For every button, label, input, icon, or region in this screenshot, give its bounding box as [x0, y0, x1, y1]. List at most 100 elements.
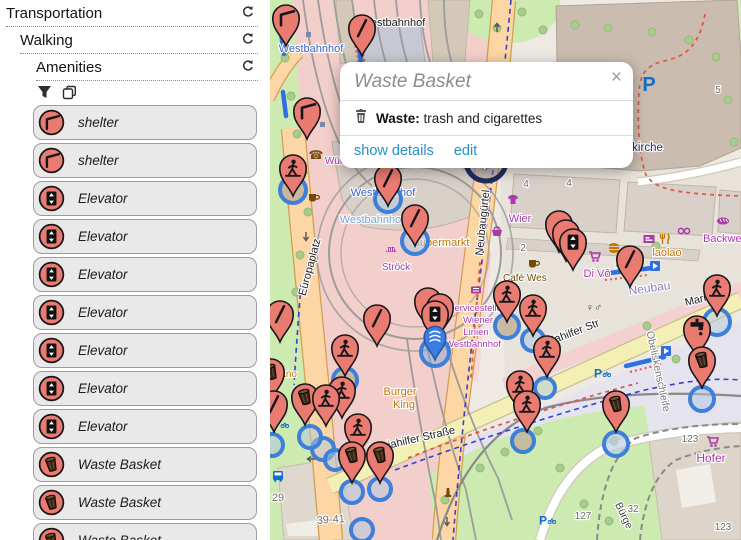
show-details-link[interactable]: show details: [354, 143, 434, 159]
map-label: 32: [627, 504, 639, 515]
tree-icon: [475, 463, 485, 473]
map-label: 123: [682, 434, 699, 445]
map-label: King: [393, 399, 415, 411]
elevator-icon: [38, 223, 65, 250]
map-label: 4: [523, 179, 529, 190]
popup-waste-value: trash and cigarettes: [423, 110, 543, 126]
map-label: Servicestelle: [448, 303, 502, 314]
elevator-icon: [38, 261, 65, 288]
marker-highlight-ring[interactable]: [297, 424, 323, 450]
marker-highlight-ring[interactable]: [349, 517, 375, 540]
sidebar-item-walking[interactable]: Walking: [20, 27, 258, 54]
poi-bread-icon: [717, 217, 729, 225]
map-label: Wiener: [463, 315, 493, 326]
elevator-icon: [38, 413, 65, 440]
close-icon[interactable]: ×: [609, 66, 624, 89]
waste-icon: [38, 451, 65, 478]
tree-icon: [500, 447, 510, 457]
svg-text:♀♂: ♀♂: [586, 302, 603, 314]
list-item-elevator[interactable]: Elevator: [33, 257, 257, 292]
tree-icon: [684, 35, 694, 45]
tree-icon: [440, 495, 450, 505]
map-label: Westbahnhof: [279, 43, 345, 55]
waste-icon: [38, 527, 65, 540]
list-item-label: Elevator: [78, 191, 128, 206]
marker-highlight-ring[interactable]: [510, 428, 536, 454]
elevator-icon: [38, 375, 65, 402]
list-item-label: Waste Basket: [78, 457, 162, 472]
popup-waste-text: Waste: trash and cigarettes: [376, 111, 542, 126]
app-window: ☎†♀♂PPPPWestbahnhofWestbahnhofWestbahnho…: [0, 0, 741, 540]
poi-burger-icon: [609, 243, 619, 253]
reload-icon[interactable]: [240, 59, 256, 75]
map-label: Hofer: [696, 451, 725, 465]
map-label: 4: [566, 178, 572, 189]
tree-icon: [292, 129, 302, 139]
amenities-toolbar: [36, 81, 270, 102]
list-item-elevator[interactable]: Elevator: [33, 181, 257, 216]
list-item-label: Elevator: [78, 381, 128, 396]
map-label: Wier: [509, 213, 532, 225]
edit-link[interactable]: edit: [454, 143, 477, 159]
direction-arrow-icon: [661, 346, 671, 356]
marker-highlight-ring[interactable]: [688, 385, 716, 413]
popup-waste-key: Waste:: [376, 110, 420, 126]
svg-text:P: P: [594, 366, 602, 380]
list-item-label: Elevator: [78, 229, 128, 244]
map-label: 127: [575, 511, 592, 522]
list-item-elevator[interactable]: Elevator: [33, 333, 257, 368]
list-item-label: Waste Basket: [78, 533, 161, 540]
map-label: Westbahnhof: [340, 214, 406, 226]
popup-waste-row: Waste: trash and cigarettes: [340, 101, 633, 136]
tree-icon: [517, 7, 527, 17]
list-item-waste[interactable]: Waste Basket: [33, 523, 257, 540]
reload-icon[interactable]: [240, 5, 256, 21]
tree-icon: [303, 207, 313, 217]
map-label: 123: [715, 522, 732, 533]
map-label: 39-41: [316, 513, 345, 527]
trash-icon: [354, 109, 368, 127]
shelter-icon: [38, 109, 65, 136]
direction-arrow-icon: [650, 261, 660, 271]
tree-icon: [723, 95, 733, 105]
marker-highlight-ring[interactable]: [533, 376, 557, 400]
reload-icon[interactable]: [240, 32, 256, 48]
list-item-elevator[interactable]: Elevator: [33, 409, 257, 444]
transportation-label: Transportation: [6, 4, 103, 22]
list-item-shelter[interactable]: shelter: [33, 105, 257, 140]
tree-icon: [555, 463, 565, 473]
marker-highlight-ring[interactable]: [602, 430, 630, 458]
map-label: Ströck: [382, 262, 411, 273]
tree-icon: [729, 137, 739, 147]
list-item-elevator[interactable]: Elevator: [33, 295, 257, 330]
list-item-waste[interactable]: Waste Basket: [33, 447, 257, 482]
list-item-label: Waste Basket: [78, 495, 162, 510]
walking-label: Walking: [20, 31, 73, 49]
selected-way-segment[interactable]: [280, 89, 289, 119]
svg-text:P: P: [642, 74, 655, 96]
list-item-shelter[interactable]: shelter: [33, 143, 257, 178]
tree-icon: [604, 516, 614, 526]
amenity-list: shelter shelter Elevator Elevator Elevator El…: [0, 105, 270, 540]
elevator-icon: [38, 185, 65, 212]
filter-icon[interactable]: [36, 85, 52, 101]
sidebar-item-amenities[interactable]: Amenities: [36, 54, 258, 81]
svg-text:P: P: [539, 513, 547, 527]
marker-highlight-ring[interactable]: [270, 432, 285, 458]
list-item-waste[interactable]: Waste Basket: [33, 485, 257, 520]
list-item-label: Elevator: [78, 419, 128, 434]
list-item-elevator[interactable]: Elevator: [33, 371, 257, 406]
shelter-icon: [38, 147, 65, 174]
poi-toilets-icon: ♀♂: [586, 302, 603, 314]
waste-basket-popup: × Waste Basket Waste: trash and cigarett…: [340, 62, 633, 168]
tree-icon: [603, 23, 613, 33]
sidebar-item-transportation[interactable]: Transportation: [6, 0, 258, 27]
list-item-label: Elevator: [78, 267, 128, 282]
map-label: Linien: [463, 327, 488, 338]
poi-tv-icon: [643, 235, 655, 243]
list-item-elevator[interactable]: Elevator: [33, 219, 257, 254]
tree-icon: [533, 426, 543, 436]
tree-icon: [286, 91, 296, 101]
amenities-label: Amenities: [36, 58, 102, 76]
copy-icon[interactable]: [61, 85, 77, 101]
